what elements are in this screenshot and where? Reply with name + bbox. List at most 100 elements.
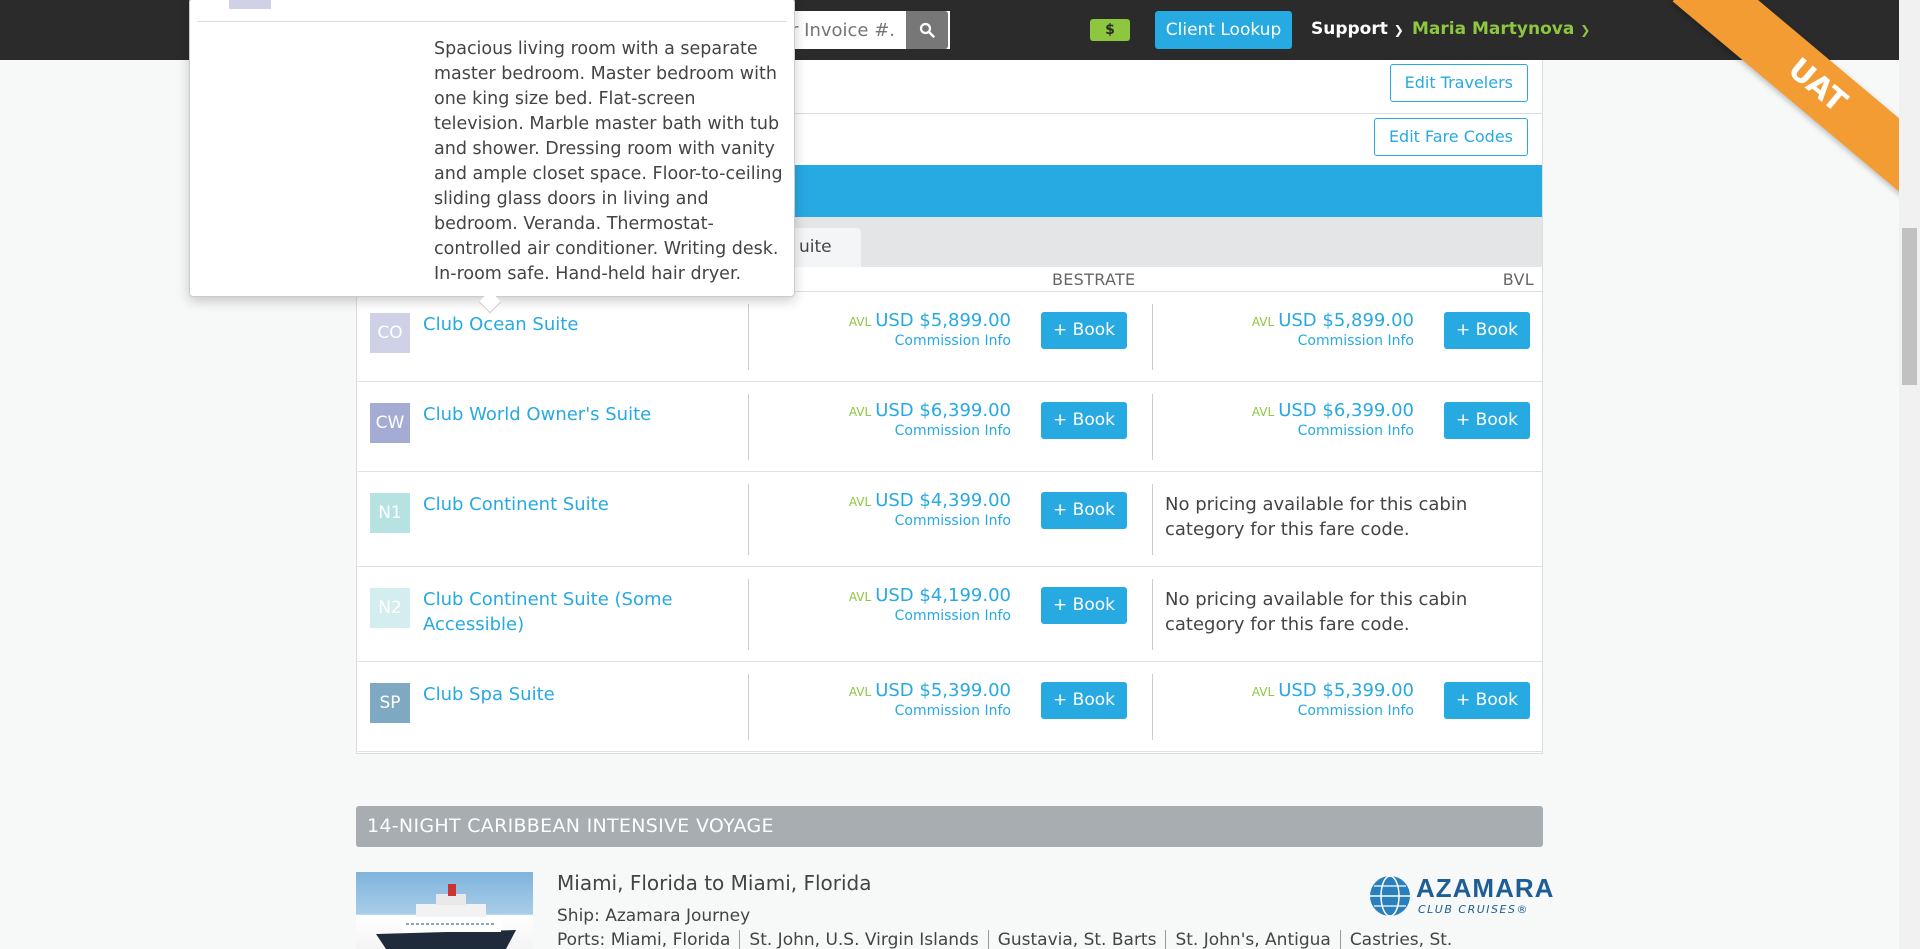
cabin-name-link[interactable]: Club Spa Suite — [423, 682, 723, 707]
user-name: Maria Martynova — [1412, 19, 1575, 39]
popover-color-swatch — [229, 0, 271, 9]
bestrate-price: AVL USD $5,899.00 Commission Info — [849, 310, 1011, 349]
price-value: USD $4,199.00 — [875, 585, 1011, 606]
divider — [1152, 674, 1153, 740]
cabin-row: N2 Club Continent Suite (Some Accessible… — [357, 567, 1542, 662]
divider — [748, 674, 749, 740]
divider — [1152, 304, 1153, 370]
no-pricing-message: No pricing available for this cabin cate… — [1165, 589, 1468, 635]
commission-info-link[interactable]: Commission Info — [849, 333, 1011, 349]
commission-info-link[interactable]: Commission Info — [1252, 423, 1414, 439]
chevron-down-icon: ❯ — [1393, 23, 1404, 37]
availability-badge: AVL — [848, 590, 872, 604]
book-button[interactable]: + Book — [1041, 682, 1127, 719]
bestrate-price: AVL USD $4,399.00 Commission Info — [849, 490, 1011, 529]
cabin-name-link[interactable]: Club Continent Suite — [423, 492, 723, 517]
price-value: USD $5,399.00 — [875, 680, 1011, 701]
port-item: St. John, U.S. Virgin Islands — [739, 930, 979, 949]
voyage-title-bar: 14-NIGHT CARIBBEAN INTENSIVE VOYAGE — [356, 806, 1543, 847]
price-value: USD $5,899.00 — [1278, 310, 1414, 331]
azamara-logo: AZAMARA CLUB CRUISES® — [1368, 873, 1553, 919]
bvl-price: AVL USD $5,899.00 Commission Info — [1252, 310, 1414, 349]
commission-info-link[interactable]: Commission Info — [849, 703, 1011, 719]
cabin-row: N1 Club Continent Suite AVL USD $4,399.00… — [357, 472, 1542, 567]
ship-image — [356, 872, 533, 949]
availability-badge: AVL — [1251, 685, 1275, 699]
commission-info-link[interactable]: Commission Info — [1252, 703, 1414, 719]
client-lookup-button[interactable]: Client Lookup — [1155, 11, 1292, 49]
commission-info-link[interactable]: Commission Info — [849, 608, 1011, 624]
price-value: USD $6,399.00 — [875, 400, 1011, 421]
port-item: Castries, St. — [1339, 930, 1453, 949]
cruise-ship-icon — [376, 884, 516, 949]
price-value: USD $4,399.00 — [875, 490, 1011, 511]
cabin-name-link[interactable]: Club Ocean Suite — [423, 312, 723, 337]
balance-dollar-button[interactable]: $ — [1090, 19, 1130, 41]
scrollbar-thumb[interactable] — [1902, 228, 1917, 385]
divider — [1152, 394, 1153, 460]
commission-info-link[interactable]: Commission Info — [849, 423, 1011, 439]
availability-badge: AVL — [848, 405, 872, 419]
commission-info-link[interactable]: Commission Info — [1252, 333, 1414, 349]
cabin-row: SP Club Spa Suite AVL USD $5,399.00 Commi… — [357, 662, 1542, 752]
cabin-code-badge: N1 — [370, 493, 410, 533]
port-item: Ports: Miami, Florida — [557, 930, 731, 949]
bestrate-price: AVL USD $6,399.00 Commission Info — [849, 400, 1011, 439]
divider — [748, 484, 749, 555]
availability-badge: AVL — [1251, 405, 1275, 419]
search-button[interactable] — [906, 11, 948, 49]
page-scrollbar[interactable] — [1899, 0, 1920, 949]
support-menu[interactable]: Support ❯ — [1311, 19, 1404, 39]
cabin-code-badge: CO — [370, 313, 410, 353]
divider — [748, 304, 749, 370]
availability-badge: AVL — [848, 315, 872, 329]
cabin-description-popover: Spacious living room with a separate mas… — [189, 0, 795, 314]
divider — [748, 579, 749, 650]
price-value: USD $5,399.00 — [1278, 680, 1414, 701]
cabin-row: CO Club Ocean Suite AVL USD $5,899.00 Com… — [357, 292, 1542, 382]
logo-subtitle-text: CLUB CRUISES — [1418, 903, 1517, 916]
column-header-bestrate: BESTRATE — [1052, 270, 1136, 289]
logo-name: AZAMARA — [1416, 873, 1555, 903]
book-button[interactable]: + Book — [1041, 402, 1127, 439]
availability-badge: AVL — [1251, 315, 1275, 329]
popover-header — [197, 0, 787, 22]
divider — [1152, 579, 1153, 650]
edit-travelers-button[interactable]: Edit Travelers — [1389, 64, 1528, 102]
edit-fare-codes-button[interactable]: Edit Fare Codes — [1373, 118, 1528, 156]
support-label: Support — [1311, 19, 1388, 39]
bestrate-price: AVL USD $4,199.00 Commission Info — [849, 585, 1011, 624]
voyage-route: Miami, Florida to Miami, Florida — [557, 871, 872, 895]
cabin-code-badge: N2 — [370, 588, 410, 628]
voyage-ports: Ports: Miami, Florida St. John, U.S. Virg… — [557, 930, 1453, 949]
cabin-code-badge: SP — [370, 683, 410, 723]
user-menu[interactable]: Maria Martynova ❯ — [1412, 19, 1590, 39]
port-item: Gustavia, St. Barts — [987, 930, 1157, 949]
port-item: St. John's, Antigua — [1165, 930, 1331, 949]
cabin-name-link[interactable]: Club World Owner's Suite — [423, 402, 723, 427]
chevron-down-icon: ❯ — [1580, 23, 1591, 37]
search-icon — [919, 22, 935, 38]
price-value: USD $6,399.00 — [1278, 400, 1414, 421]
book-button[interactable]: + Book — [1444, 682, 1530, 719]
cabin-row: CW Club World Owner's Suite AVL USD $6,39… — [357, 382, 1542, 472]
no-pricing-message: No pricing available for this cabin cate… — [1165, 494, 1468, 540]
logo-subtitle: CLUB CRUISES® — [1418, 903, 1529, 916]
bvl-price: AVL USD $5,399.00 Commission Info — [1252, 680, 1414, 719]
cabin-code-badge: CW — [370, 403, 410, 443]
voyage-ship: Ship: Azamara Journey — [557, 906, 751, 926]
book-button[interactable]: + Book — [1041, 312, 1127, 349]
bvl-price: AVL USD $6,399.00 Commission Info — [1252, 400, 1414, 439]
cabin-name-link[interactable]: Club Continent Suite (Some Accessible) — [423, 587, 723, 637]
book-button[interactable]: + Book — [1041, 587, 1127, 624]
logo-registered-mark: ® — [1516, 903, 1529, 916]
globe-icon — [1370, 875, 1410, 917]
availability-badge: AVL — [848, 685, 872, 699]
divider — [748, 394, 749, 460]
book-button[interactable]: + Book — [1444, 312, 1530, 349]
availability-badge: AVL — [848, 495, 872, 509]
commission-info-link[interactable]: Commission Info — [849, 513, 1011, 529]
book-button[interactable]: + Book — [1444, 402, 1530, 439]
book-button[interactable]: + Book — [1041, 492, 1127, 529]
bestrate-price: AVL USD $5,399.00 Commission Info — [849, 680, 1011, 719]
